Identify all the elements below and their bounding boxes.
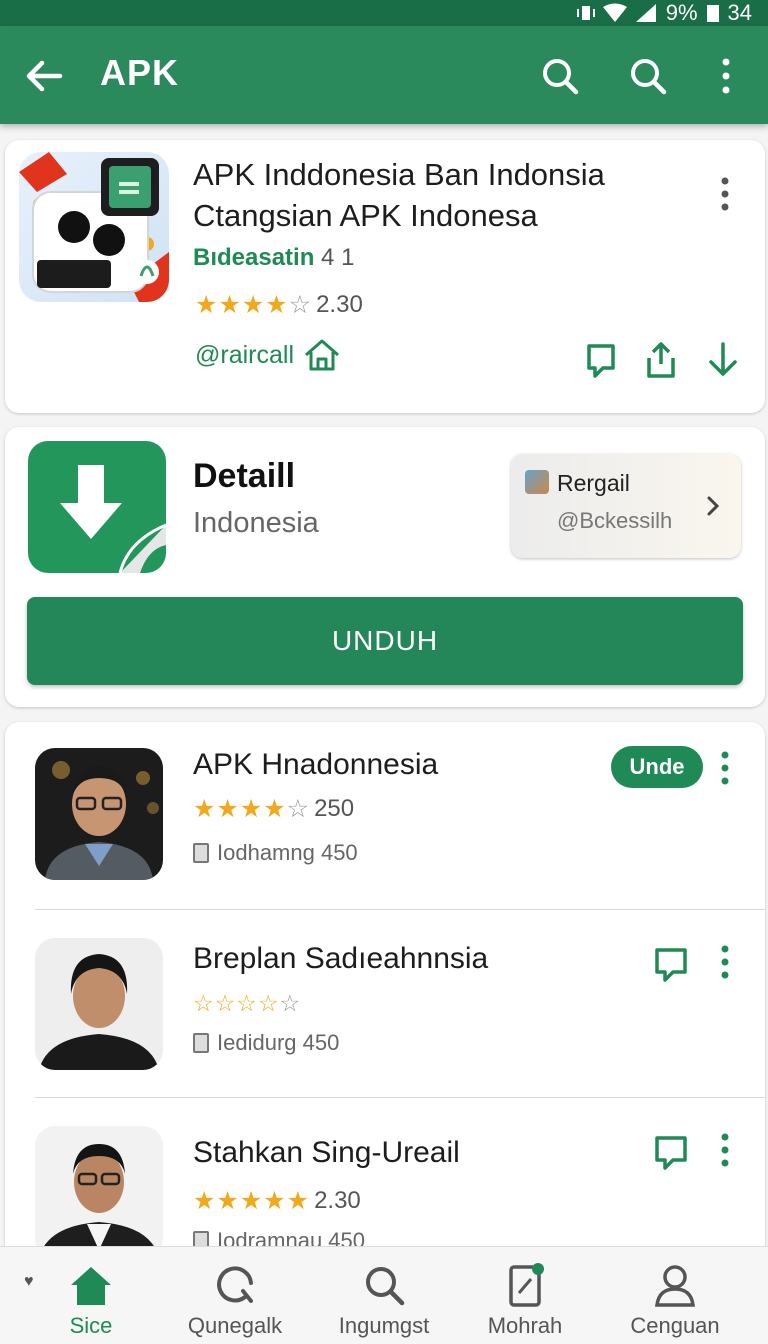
list-item-rating: ★★★★☆ 250 <box>193 794 354 824</box>
signal-icons <box>576 3 658 23</box>
nav-item-search[interactable]: Ingumgst <box>319 1255 449 1341</box>
account-title: Rergail <box>557 470 630 496</box>
nav-label: Sice <box>69 1313 113 1338</box>
nav-label: Mohrah <box>487 1313 563 1338</box>
app-icon-robot <box>19 152 169 302</box>
account-thumbnail <box>525 470 549 494</box>
list-item[interactable]: Breplan Sadıeahnnsia ☆☆☆☆☆ Iedidurg 450 <box>5 910 765 1098</box>
featured-title-line1: APK Inddonesia Ban Indonsia <box>193 157 605 192</box>
avatar <box>35 748 163 880</box>
star-rating: ★★★★★ <box>193 1187 311 1215</box>
refresh-icon <box>217 1266 253 1303</box>
page-title: APK <box>100 52 180 93</box>
nav-item-profile[interactable]: Cenguan <box>610 1255 740 1341</box>
featured-app-title: APK Inddonesia Ban Indonsia Ctangsian AP… <box>193 154 713 236</box>
meta-text: Iedidurg 450 <box>217 1030 340 1055</box>
bookmark-icon[interactable] <box>651 944 691 984</box>
device-icon <box>509 1263 544 1307</box>
star-rating: ★★★★☆ <box>193 795 311 823</box>
tag-label: @raircall <box>195 340 294 369</box>
bottom-navigation: ♥ Sice Qunegalk Ingumgst Mohrah Cenguan <box>0 1246 768 1344</box>
more-vert-icon[interactable] <box>719 1132 731 1168</box>
list-item-rating: ☆☆☆☆☆ <box>193 990 301 1017</box>
clock: 34 <box>727 0 752 25</box>
list-item-title: Stahkan Sing-Ureail <box>193 1136 460 1169</box>
rating-value: 2.30 <box>314 1187 361 1214</box>
file-icon <box>193 843 209 863</box>
bookmark-icon[interactable] <box>581 340 621 380</box>
download-button[interactable]: UNDUH <box>27 597 743 685</box>
home-outline-icon <box>305 339 339 371</box>
search-icon[interactable] <box>538 54 582 98</box>
rating-value: 250 <box>314 795 355 822</box>
install-pill-button[interactable]: Unde <box>611 746 703 788</box>
status-bar: 9% 34 <box>0 0 768 26</box>
more-vert-icon[interactable] <box>719 750 731 786</box>
list-item-rating: ★★★★★ 2.30 <box>193 1186 361 1216</box>
nav-label: Cenguan <box>630 1313 720 1338</box>
chevron-right-icon <box>707 496 720 516</box>
detail-card: Detaill Indonesia Rergail @Bckessilh UND… <box>5 427 765 707</box>
featured-title-line2: Ctangsian APK Indonesa <box>193 198 538 233</box>
more-vert-icon[interactable] <box>719 176 731 212</box>
account-handle: @Bckessilh <box>557 508 673 533</box>
file-icon <box>193 1033 209 1053</box>
list-item[interactable]: APK Hnadonnesia ★★★★☆ 250 Iodhamng 450 U… <box>5 722 765 910</box>
version-number: 4 1 <box>321 244 355 271</box>
nav-item-home[interactable]: Sice <box>26 1255 156 1341</box>
avatar <box>35 1126 163 1258</box>
share-icon[interactable] <box>641 340 681 380</box>
list-item-meta: Iedidurg 450 <box>193 1030 339 1056</box>
featured-app-card[interactable]: APK Inddonesia Ban Indonsia Ctangsian AP… <box>5 140 765 413</box>
search-icon-secondary[interactable] <box>626 54 670 98</box>
related-account-card[interactable]: Rergail @Bckessilh <box>511 454 741 558</box>
cell-signal-icon <box>635 4 656 22</box>
detail-heading: Detaill <box>193 457 296 495</box>
vibrate-icon <box>576 6 595 20</box>
download-arrow-icon[interactable] <box>703 340 743 380</box>
rating-value: 2.30 <box>316 291 363 318</box>
search-icon <box>366 1267 405 1306</box>
more-vert-icon[interactable] <box>704 54 748 98</box>
developer-line: Bıdeasatin 4 1 <box>193 244 354 272</box>
home-icon <box>71 1267 111 1305</box>
app-list: APK Hnadonnesia ★★★★☆ 250 Iodhamng 450 U… <box>5 722 765 1282</box>
avatar <box>35 938 163 1070</box>
list-item-title: Breplan Sadıeahnnsia <box>193 942 489 975</box>
star-rating: ★★★★☆ <box>195 291 313 319</box>
star-rating: ☆☆☆☆☆ <box>193 990 302 1016</box>
featured-rating: ★★★★☆ 2.30 <box>195 290 363 320</box>
featured-tag[interactable]: @raircall <box>195 338 342 372</box>
more-vert-icon[interactable] <box>719 944 731 980</box>
battery-percent: 9% <box>665 0 698 25</box>
nav-item-refresh[interactable]: Qunegalk <box>170 1255 300 1341</box>
list-item-meta: Iodhamng 450 <box>193 840 358 866</box>
meta-text: Iodhamng 450 <box>217 840 358 865</box>
battery-icon <box>706 5 719 22</box>
developer-name[interactable]: Bıdeasatin <box>193 244 314 271</box>
wifi-icon <box>602 3 627 22</box>
app-bar: APK <box>0 26 768 124</box>
download-app-icon <box>28 441 167 574</box>
detail-subheading: Indonesia <box>193 507 319 539</box>
list-item-title: APK Hnadonnesia <box>193 748 439 781</box>
back-arrow-icon[interactable] <box>22 54 66 98</box>
nav-item-device[interactable]: Mohrah <box>460 1255 590 1341</box>
nav-label: Qunegalk <box>187 1313 283 1338</box>
bookmark-icon[interactable] <box>651 1132 691 1172</box>
person-icon <box>655 1265 695 1307</box>
nav-label: Ingumgst <box>338 1313 430 1338</box>
